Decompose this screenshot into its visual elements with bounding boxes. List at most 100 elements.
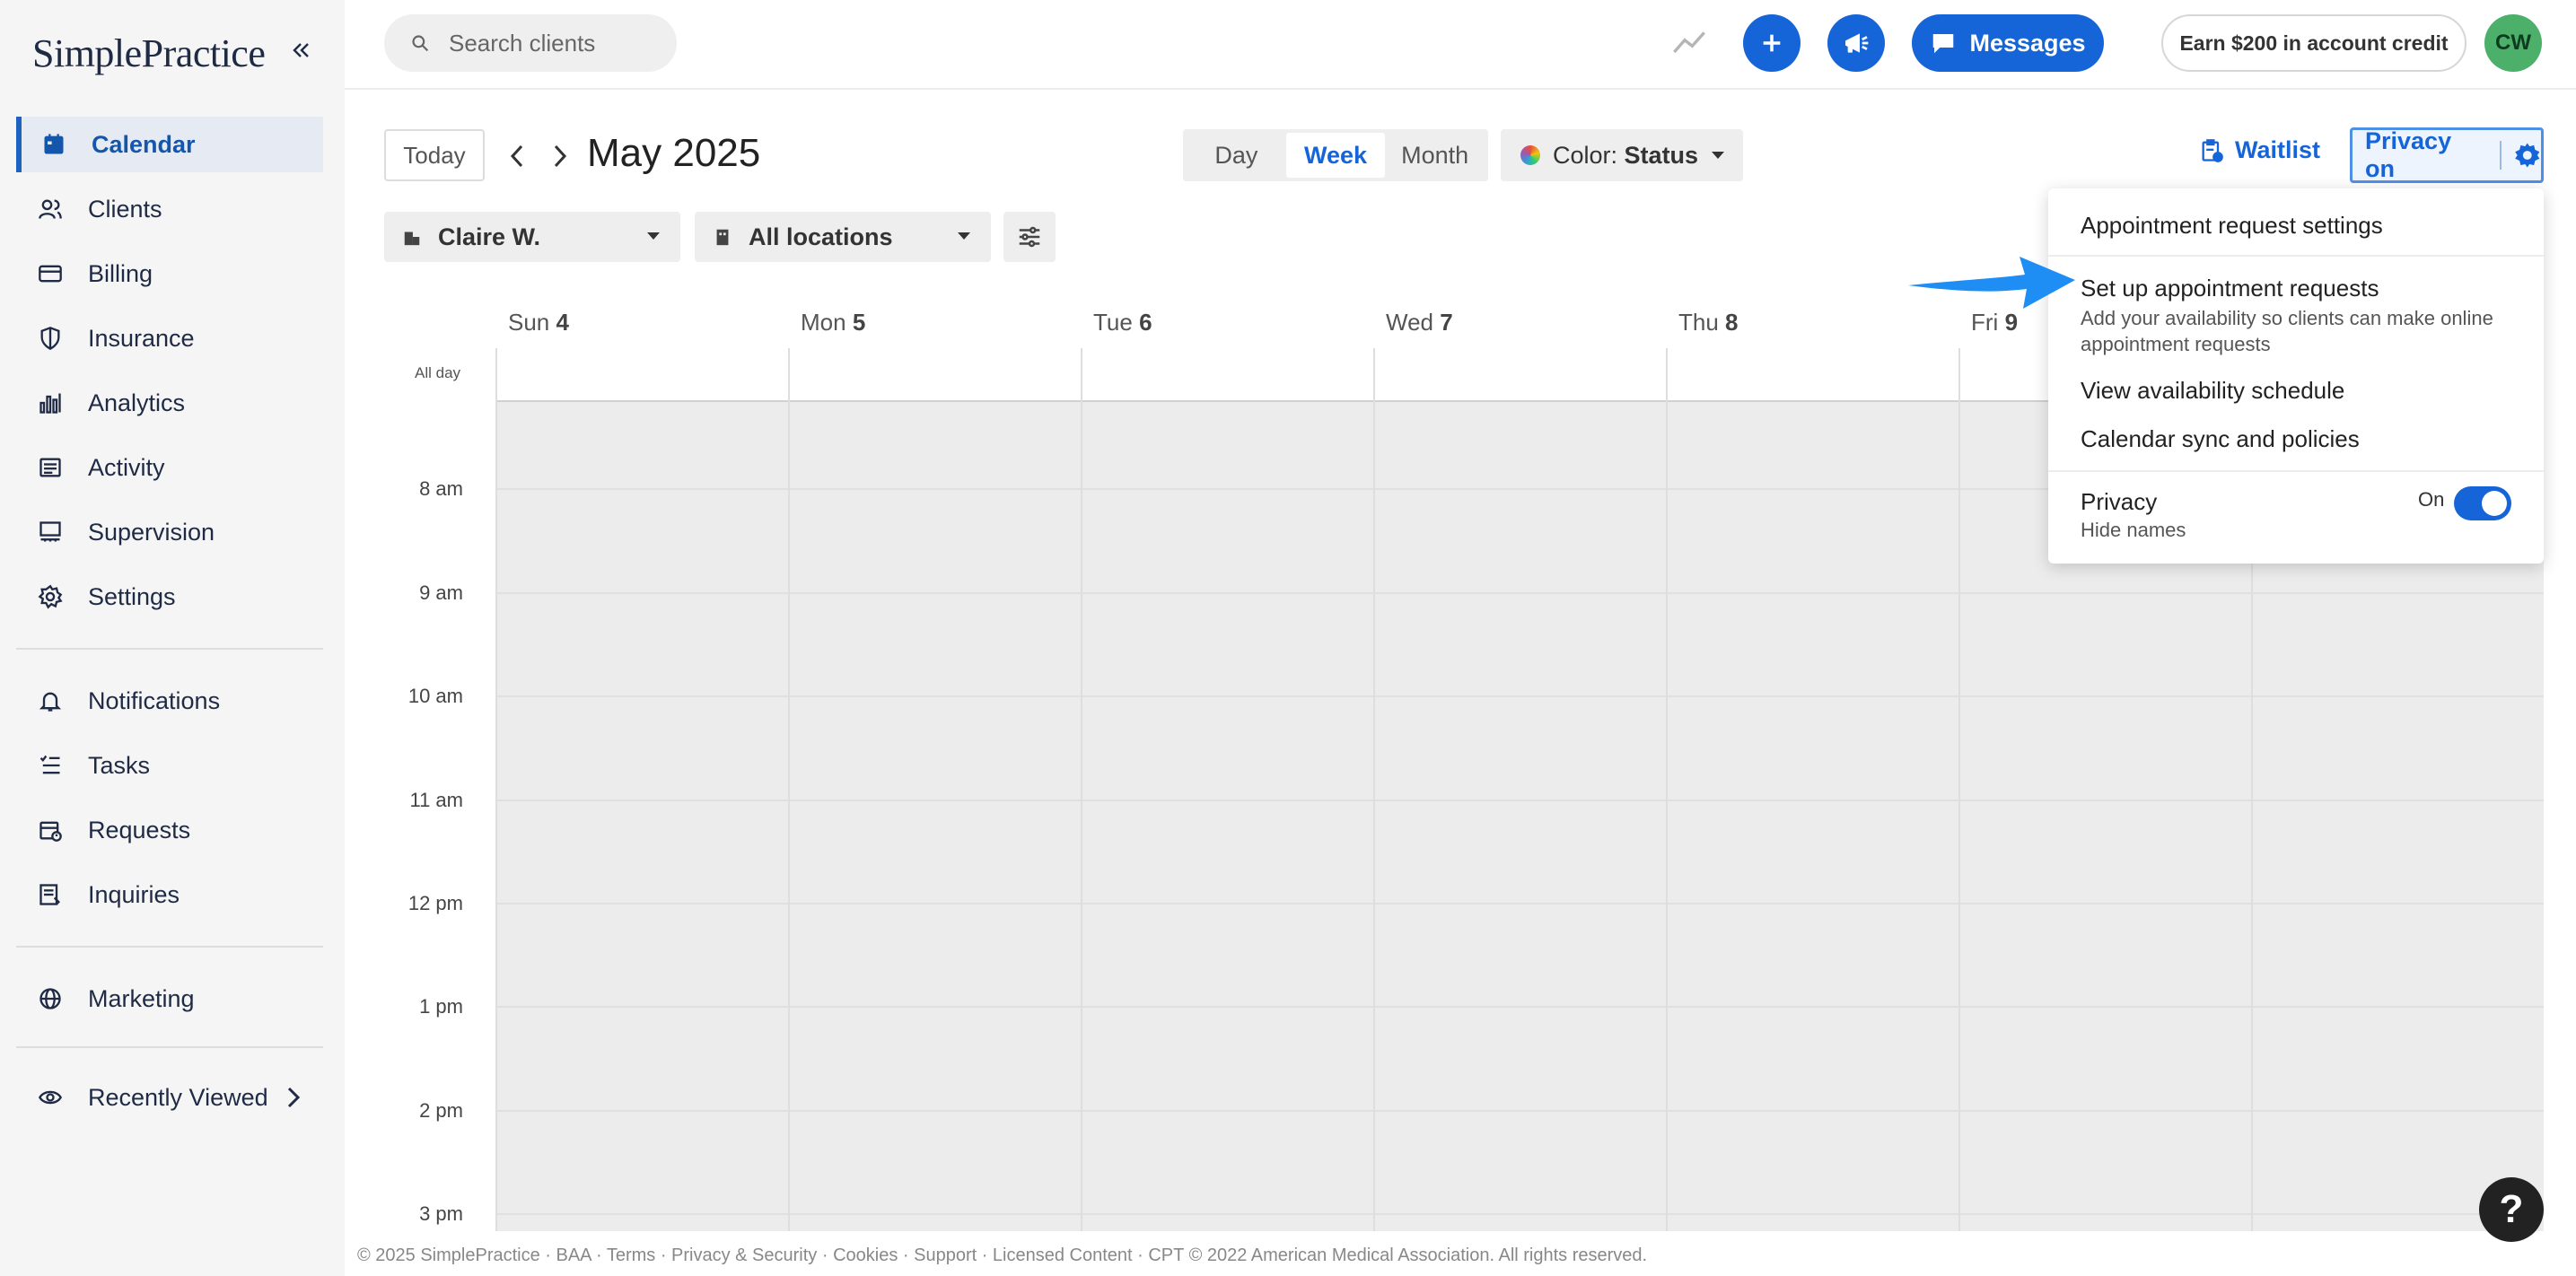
sidebar-item-label: Tasks xyxy=(88,751,151,779)
sidebar-item-billing[interactable]: Billing xyxy=(16,246,323,302)
calendar-filters-button[interactable] xyxy=(1003,212,1056,262)
sidebar-item-requests[interactable]: Requests xyxy=(16,802,323,858)
footer-links[interactable]: © 2025 SimplePractice · BAA · Terms · Pr… xyxy=(357,1245,1647,1266)
shield-icon xyxy=(36,324,65,353)
trend-chart-icon[interactable] xyxy=(1671,25,1707,66)
color-by-dropdown[interactable]: Color: Status xyxy=(1501,129,1743,181)
double-chevron-left-icon xyxy=(293,43,309,57)
day-name: Mon xyxy=(801,309,846,336)
sidebar-item-label: Supervision xyxy=(88,518,215,546)
search-placeholder: Search clients xyxy=(449,29,596,57)
announcements-button[interactable] xyxy=(1827,14,1885,72)
menu-item-appointment-request-settings[interactable]: Appointment request settings xyxy=(2081,212,2383,240)
menu-divider xyxy=(2048,470,2544,472)
menu-divider xyxy=(2048,255,2544,257)
collapse-sidebar-button[interactable] xyxy=(285,34,318,66)
help-button[interactable]: ? xyxy=(2479,1177,2544,1242)
day-name: Wed xyxy=(1386,309,1433,336)
color-value: Status xyxy=(1624,141,1699,169)
today-button[interactable]: Today xyxy=(384,129,485,181)
previous-week-button[interactable] xyxy=(499,136,535,176)
waitlist-button[interactable]: Waitlist xyxy=(2199,136,2320,164)
megaphone-icon xyxy=(1845,33,1869,53)
time-label: 12 pm xyxy=(407,892,463,914)
gear-icon xyxy=(2515,143,2540,168)
requests-calendar-icon xyxy=(36,816,65,844)
messages-button[interactable]: Messages xyxy=(1912,14,2104,72)
caret-down-icon xyxy=(647,232,660,240)
privacy-settings-button[interactable]: Privacy on xyxy=(2350,127,2544,183)
inquiries-icon xyxy=(36,880,65,909)
waitlist-label: Waitlist xyxy=(2235,136,2321,163)
sidebar-item-settings[interactable]: Settings xyxy=(16,569,323,625)
calendar-icon xyxy=(39,130,68,159)
billing-card-icon xyxy=(36,259,65,288)
search-icon xyxy=(411,34,429,52)
globe-icon xyxy=(36,984,65,1013)
privacy-toggle[interactable] xyxy=(2454,486,2511,520)
day-header-sun[interactable]: Sun 4 xyxy=(508,309,569,336)
next-week-button[interactable] xyxy=(542,136,578,176)
chevron-left-icon xyxy=(510,144,523,168)
time-label: 11 am xyxy=(409,789,463,811)
location-filter-dropdown[interactable]: All locations xyxy=(695,212,991,262)
sidebar-item-label: Clients xyxy=(88,195,162,223)
sidebar-item-label: Settings xyxy=(88,582,176,610)
tasks-icon xyxy=(36,751,65,780)
day-number: 7 xyxy=(1440,309,1453,336)
annotation-arrow-icon xyxy=(1908,253,2079,317)
tab-month[interactable]: Month xyxy=(1385,133,1485,178)
sidebar-item-label: Analytics xyxy=(88,389,186,416)
day-header-mon[interactable]: Mon 5 xyxy=(801,309,865,336)
day-header-thu[interactable]: Thu 8 xyxy=(1678,309,1739,336)
clinician-filter-label: Claire W. xyxy=(438,223,541,250)
sidebar-item-clients[interactable]: Clients xyxy=(16,181,323,237)
earn-credit-button[interactable]: Earn $200 in account credit xyxy=(2161,14,2466,72)
sidebar-item-calendar[interactable]: Calendar xyxy=(16,117,323,172)
time-label: 10 am xyxy=(407,685,463,707)
sidebar-item-notifications[interactable]: Notifications xyxy=(16,673,323,729)
chevron-right-icon xyxy=(554,144,567,168)
sliders-icon xyxy=(1019,226,1040,248)
sidebar-item-supervision[interactable]: Supervision xyxy=(16,504,323,560)
sidebar-item-label: Insurance xyxy=(88,324,195,352)
gear-icon xyxy=(36,582,65,611)
building-icon xyxy=(404,232,420,246)
menu-item-calendar-sync-policies[interactable]: Calendar sync and policies xyxy=(2081,425,2360,453)
sidebar-item-label: Recently Viewed xyxy=(88,1083,268,1111)
sidebar-divider xyxy=(16,946,323,948)
building-icon xyxy=(716,229,729,246)
clinician-filter-dropdown[interactable]: Claire W. xyxy=(384,212,680,262)
time-label: 8 am xyxy=(419,477,463,500)
tab-week[interactable]: Week xyxy=(1285,133,1386,178)
sidebar-item-marketing[interactable]: Marketing xyxy=(16,971,323,1027)
time-label: 3 pm xyxy=(419,1202,463,1225)
menu-item-view-availability-schedule[interactable]: View availability schedule xyxy=(2081,377,2344,405)
tab-day[interactable]: Day xyxy=(1187,133,1286,178)
day-number: 4 xyxy=(556,309,569,336)
time-label: 1 pm xyxy=(419,995,463,1018)
day-name: Tue xyxy=(1093,309,1133,336)
bell-icon xyxy=(36,686,65,715)
search-input[interactable]: Search clients xyxy=(384,14,677,72)
sidebar-item-activity[interactable]: Activity xyxy=(16,440,323,495)
sidebar-item-recently-viewed[interactable]: Recently Viewed xyxy=(16,1070,323,1125)
day-name: Sun xyxy=(508,309,550,336)
menu-item-setup-appointment-requests[interactable]: Set up appointment requests xyxy=(2081,275,2379,302)
day-number: 6 xyxy=(1139,309,1152,336)
button-divider xyxy=(2500,141,2502,170)
sidebar-item-insurance[interactable]: Insurance xyxy=(16,310,323,366)
menu-item-description: Add your availability so clients can mak… xyxy=(2081,307,2493,355)
sidebar-item-analytics[interactable]: Analytics xyxy=(16,375,323,431)
sidebar-item-label: Notifications xyxy=(88,686,221,714)
sidebar-item-tasks[interactable]: Tasks xyxy=(16,738,323,793)
sidebar-divider xyxy=(16,648,323,650)
toggle-state-label: On xyxy=(2418,488,2445,511)
add-button[interactable] xyxy=(1743,14,1801,72)
sidebar-item-inquiries[interactable]: Inquiries xyxy=(16,867,323,922)
avatar[interactable]: CW xyxy=(2484,14,2542,72)
day-header-tue[interactable]: Tue 6 xyxy=(1093,309,1152,336)
day-header-wed[interactable]: Wed 7 xyxy=(1386,309,1453,336)
chat-bubble-icon xyxy=(1933,34,1954,54)
app-logo[interactable]: SimplePractice xyxy=(32,31,266,76)
